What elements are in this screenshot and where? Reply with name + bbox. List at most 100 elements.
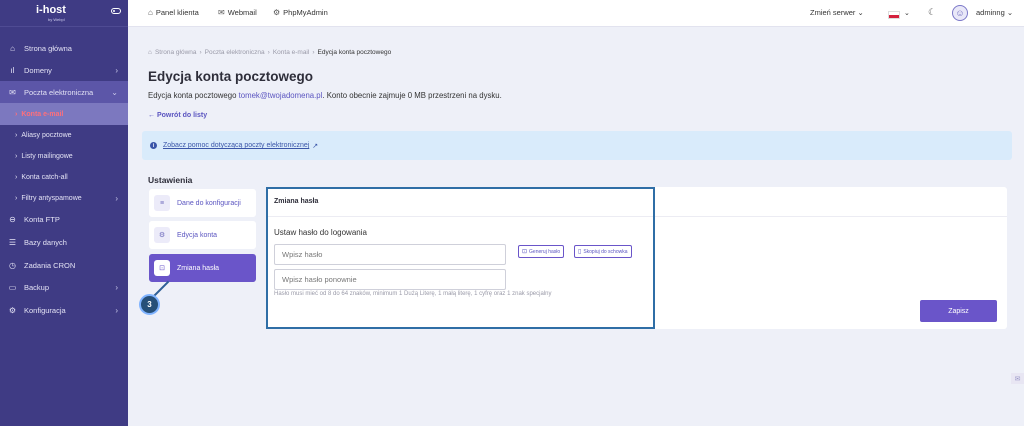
external-link-icon: ↗ (312, 142, 319, 150)
sidebar-item-ftp[interactable]: ⊖ Konta FTP (0, 208, 128, 230)
logo-subtitle: by Webpl (48, 17, 65, 22)
chevron-right-icon: › (15, 173, 18, 181)
chevron-down-icon: ⌄ (857, 8, 864, 17)
page-title: Edycja konta pocztowego (148, 69, 314, 84)
chevron-right-icon: › (115, 282, 118, 292)
backup-icon: ▭ (8, 282, 17, 292)
step-badge: 3 (139, 294, 160, 315)
phpmyadmin-link[interactable]: ⚙ PhpMyAdmin (273, 8, 328, 17)
chevron-right-icon: › (115, 65, 118, 75)
sidebar-toggle-icon[interactable] (111, 8, 121, 14)
webmail-link[interactable]: ✉ Webmail (218, 8, 257, 17)
back-to-list-link[interactable]: ← Powrót do listy (148, 112, 207, 119)
dark-mode-icon[interactable]: ☾ (928, 7, 936, 18)
tab-label: Edycja konta (177, 231, 218, 239)
generate-password-button[interactable]: ⊡ Generuj hasło (518, 245, 565, 258)
chevron-down-icon: ⌄ (1006, 8, 1014, 17)
chevron-right-icon: › (15, 131, 18, 139)
breadcrumb-email-accounts[interactable]: Konta e-mail (273, 49, 310, 56)
chevron-right-icon: › (15, 110, 18, 118)
page-description: Edycja konta pocztowego tomek@twojadomen… (148, 91, 502, 100)
sidebar-item-label: Filtry antyspamowe (21, 194, 82, 202)
logo-area: i-host by Webpl (0, 0, 128, 27)
sidebar-item-backup[interactable]: ▭ Backup › (0, 276, 128, 298)
phpmyadmin-label: PhpMyAdmin (283, 8, 328, 17)
gear-icon: ⚙ (154, 227, 170, 243)
mail-icon: ✉ (9, 87, 16, 97)
home-icon: ⌂ (148, 49, 152, 56)
info-icon: i (150, 142, 157, 149)
sidebar-item-label: Domeny (24, 65, 52, 75)
breadcrumb-separator: › (312, 49, 315, 56)
breadcrumb-home[interactable]: Strona główna (155, 49, 197, 56)
sidebar-item-catch-all[interactable]: › Konta catch-all (0, 166, 128, 188)
language-flag-icon[interactable] (888, 11, 900, 19)
floating-mail-icon[interactable]: ✉ (1011, 373, 1024, 384)
server-switch-label: Zmień serwer (810, 8, 856, 17)
home-icon: ⌂ (10, 43, 15, 53)
password-field-label: Ustaw hasło do logowania (274, 228, 367, 237)
breadcrumb-email[interactable]: Poczta elektroniczna (205, 49, 265, 56)
sidebar-item-domains[interactable]: ıl Domeny › (0, 59, 128, 81)
ftp-icon: ⊖ (9, 214, 16, 224)
sidebar-item-label: Strona główna (24, 43, 72, 53)
sidebar-item-label: Konta FTP (24, 214, 60, 224)
sidebar: i-host by Webpl ⌂ Strona główna ıl Domen… (0, 0, 128, 426)
sidebar-item-label: Backup (24, 282, 50, 292)
save-button[interactable]: Zapisz (920, 300, 997, 322)
sidebar-item-label: Konta e-mail (21, 110, 64, 118)
database-icon: ☰ (8, 237, 17, 247)
breadcrumb-separator: › (267, 49, 270, 56)
username-label: adminng (976, 8, 1005, 17)
clipboard-icon: ▯ (578, 249, 582, 255)
password-repeat-input[interactable] (274, 269, 506, 290)
logo[interactable]: i-host (36, 4, 66, 16)
password-hint: Hasło musi mieć od 8 do 64 znaków, minim… (274, 291, 552, 297)
server-switch-dropdown[interactable]: Zmień serwer ⌄ (810, 8, 864, 17)
sidebar-item-mailing-lists[interactable]: › Listy mailingowe (0, 145, 128, 167)
description-suffix: . Konto obecnie zajmuje 0 MB przestrzeni… (322, 91, 502, 100)
breadcrumb: ⌂ Strona główna › Poczta elektroniczna ›… (148, 49, 391, 56)
sidebar-item-email-accounts[interactable]: › Konta e-mail (0, 103, 128, 125)
panel-klienta-label: Panel klienta (155, 8, 199, 17)
chevron-right-icon: › (115, 193, 118, 203)
settings-heading: Ustawienia (148, 175, 193, 185)
panel-klienta-link[interactable]: ⌂ Panel klienta (148, 8, 199, 17)
help-link[interactable]: Zobacz pomoc dotyczącą poczty elektronic… (163, 142, 309, 149)
sidebar-item-label: Konfiguracja (24, 305, 66, 315)
clock-icon: ◷ (9, 260, 16, 270)
sidebar-item-home[interactable]: ⌂ Strona główna (0, 37, 128, 59)
sidebar-item-label: Zadania CRON (24, 260, 76, 270)
tab-edit-account[interactable]: ⚙ Edycja konta (149, 221, 256, 249)
copy-to-clipboard-label: Skopiuj do schowka (583, 248, 628, 255)
breadcrumb-current: Edycja konta pocztowego (317, 49, 392, 56)
sidebar-item-cron[interactable]: ◷ Zadania CRON (0, 254, 128, 276)
chevron-right-icon: › (15, 194, 18, 202)
sidebar-item-databases[interactable]: ☰ Bazy danych (0, 231, 128, 253)
sidebar-item-label: Bazy danych (24, 237, 67, 247)
tab-config-data[interactable]: ≡ Dane do konfiguracji (149, 189, 256, 217)
chevron-down-icon: ⌄ (111, 87, 118, 97)
sidebar-item-configuration[interactable]: ⚙ Konfiguracja › (0, 299, 128, 321)
chevron-down-icon[interactable]: ⌄ (904, 9, 910, 17)
breadcrumb-separator: › (199, 49, 202, 56)
sidebar-item-aliases[interactable]: › Aliasy pocztowe (0, 124, 128, 146)
gear-icon: ⚙ (8, 305, 17, 315)
info-box: i Zobacz pomoc dotyczącą poczty elektron… (142, 131, 1012, 160)
tab-change-password[interactable]: ⊡ Zmiana hasła (149, 254, 256, 282)
sidebar-item-label: Aliasy pocztowe (21, 131, 72, 139)
tab-label: Zmiana hasła (177, 264, 220, 272)
sidebar-item-email[interactable]: ✉ Poczta elektroniczna ⌄ (0, 81, 128, 103)
home-icon: ⌂ (148, 8, 153, 17)
password-input[interactable] (274, 244, 506, 265)
sidebar-item-label: Listy mailingowe (21, 152, 73, 160)
sidebar-item-spam-filters[interactable]: › Filtry antyspamowe › (0, 187, 128, 209)
chart-icon: ıl (10, 65, 15, 75)
gear-icon: ⚙ (273, 8, 281, 17)
lock-icon: ⊡ (154, 260, 170, 276)
user-menu[interactable]: adminng ⌄ (976, 8, 1013, 17)
webmail-label: Webmail (227, 8, 257, 17)
avatar[interactable]: ☺ (952, 5, 968, 21)
copy-to-clipboard-button[interactable]: ▯ Skopiuj do schowka (574, 245, 632, 258)
email-link[interactable]: tomek@twojadomena.pl (239, 91, 323, 100)
